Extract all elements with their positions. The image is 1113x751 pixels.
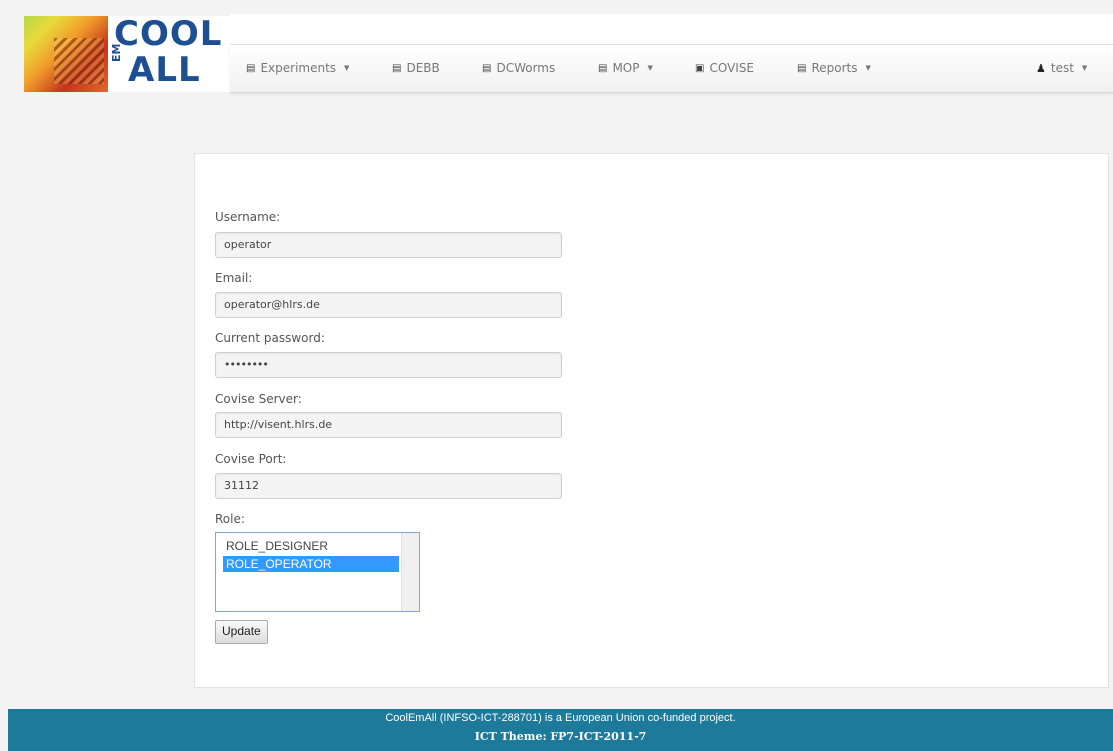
footer-theme-text: ICT Theme: FP7-ICT-2011-7 [474, 730, 647, 743]
logo-text-cool: COOL [114, 16, 223, 54]
nav-dcworms[interactable]: ▤ DCWorms [482, 61, 555, 75]
role-select-scrollbar[interactable] [401, 533, 419, 611]
caret-down-icon: ▼ [344, 64, 350, 72]
password-field[interactable]: •••••••• [215, 352, 562, 378]
nav-debb-label: DEBB [406, 61, 440, 75]
nav-user-label: test [1050, 61, 1074, 75]
nav-mop-label: MOP [612, 61, 640, 75]
role-label: Role: [215, 512, 245, 526]
covise-port-field[interactable]: 31112 [215, 473, 562, 499]
nav-mop[interactable]: ▤ MOP ▼ [598, 61, 653, 75]
list-icon: ▤ [392, 62, 402, 74]
username-field[interactable]: operator [215, 232, 562, 258]
nav-covise-label: COVISE [709, 61, 755, 75]
save-icon: ▣ [695, 62, 705, 74]
nav-debb[interactable]: ▤ DEBB [392, 61, 440, 75]
caret-down-icon: ▼ [647, 64, 653, 72]
footer-project-text: CoolEmAll (INFSO-ICT-288701) is a Europe… [385, 712, 736, 724]
logo-graphic [24, 16, 108, 92]
profile-form-panel: Username: operator Email: operator@hlrs.… [194, 153, 1109, 688]
logo-text-em: EM [110, 43, 123, 62]
role-select[interactable]: ROLE_DESIGNER ROLE_OPERATOR [215, 532, 420, 612]
caret-down-icon: ▼ [865, 64, 871, 72]
role-option-designer[interactable]: ROLE_DESIGNER [223, 538, 399, 554]
nav-user-menu[interactable]: ♟ test ▼ [1036, 61, 1087, 75]
footer: CoolEmAll (INFSO-ICT-288701) is a Europe… [8, 709, 1113, 751]
covise-port-label: Covise Port: [215, 452, 287, 466]
nav-covise[interactable]: ▣ COVISE [695, 61, 754, 75]
main-navbar: ▤ Experiments ▼ ▤ DEBB ▤ DCWorms ▤ MOP ▼… [230, 45, 1113, 93]
update-button[interactable]: Update [215, 620, 268, 644]
coolemall-logo[interactable]: COOL EM ALL [24, 16, 230, 92]
username-label: Username: [215, 210, 281, 224]
caret-down-icon: ▼ [1081, 64, 1088, 72]
nav-dcworms-label: DCWorms [496, 61, 556, 75]
list-icon: ▤ [797, 62, 807, 74]
covise-server-label: Covise Server: [215, 392, 302, 406]
user-icon: ♟ [1036, 61, 1046, 75]
list-icon: ▤ [598, 62, 608, 74]
list-icon: ▤ [482, 62, 492, 74]
email-label: Email: [215, 271, 253, 285]
email-field[interactable]: operator@hlrs.de [215, 292, 562, 318]
nav-experiments-label: Experiments [260, 61, 337, 75]
password-label: Current password: [215, 331, 325, 345]
role-option-operator[interactable]: ROLE_OPERATOR [223, 556, 399, 572]
nav-reports-label: Reports [811, 61, 858, 75]
header-top-strip [230, 14, 1113, 45]
list-icon: ▤ [246, 62, 256, 74]
logo-text-all: ALL [128, 50, 201, 90]
nav-experiments[interactable]: ▤ Experiments ▼ [246, 61, 349, 75]
nav-reports[interactable]: ▤ Reports ▼ [797, 61, 871, 75]
covise-server-field[interactable]: http://visent.hlrs.de [215, 412, 562, 438]
